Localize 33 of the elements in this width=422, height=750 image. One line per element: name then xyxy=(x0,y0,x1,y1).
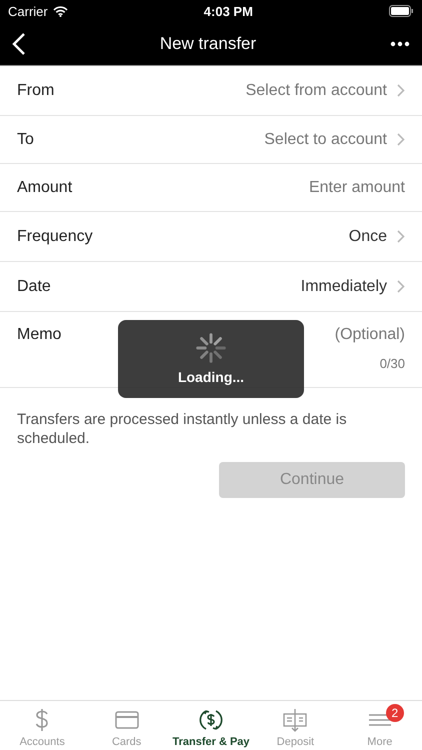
field-label: To xyxy=(17,130,34,148)
chevron-icon xyxy=(397,280,405,293)
back-icon[interactable] xyxy=(12,32,26,54)
form-row[interactable]: From Select from account xyxy=(0,66,422,116)
field-placeholder: Select from account xyxy=(246,82,387,100)
chevron-icon xyxy=(397,84,405,97)
notification-badge: 2 xyxy=(386,704,404,722)
field-label: Date xyxy=(17,278,51,296)
field-label: Memo xyxy=(17,326,62,345)
form-row[interactable]: Frequency Once xyxy=(0,212,422,262)
tab-item[interactable]: More 2 xyxy=(338,701,422,750)
field-value: Once xyxy=(348,228,387,246)
character-counter: 0/30 xyxy=(380,356,405,371)
battery-icon xyxy=(389,5,414,17)
carrier-name: Carrier xyxy=(8,4,48,18)
field-label: Frequency xyxy=(17,228,93,246)
field-placeholder: Select to account xyxy=(264,130,387,148)
loading-text: Loading... xyxy=(178,369,244,385)
check-deposit-icon xyxy=(282,707,308,733)
more-icon[interactable] xyxy=(390,40,410,46)
field-label: Amount xyxy=(17,178,72,196)
form-row[interactable]: Date Immediately xyxy=(0,262,422,312)
spinner-icon xyxy=(196,333,226,363)
chevron-icon xyxy=(397,230,405,243)
form-row[interactable]: To Select to account xyxy=(0,116,422,164)
wifi-icon xyxy=(52,6,68,16)
screen-title: New transfer xyxy=(160,34,256,54)
tab-item[interactable]: Transfer & Pay xyxy=(168,701,254,750)
info-text: Transfers are processed instantly unless a date is scheduled. xyxy=(17,410,347,448)
status-time: 4:03 PM xyxy=(204,4,253,18)
chevron-icon xyxy=(397,133,405,146)
field-label: From xyxy=(17,82,54,100)
field-value: Immediately xyxy=(300,278,387,296)
